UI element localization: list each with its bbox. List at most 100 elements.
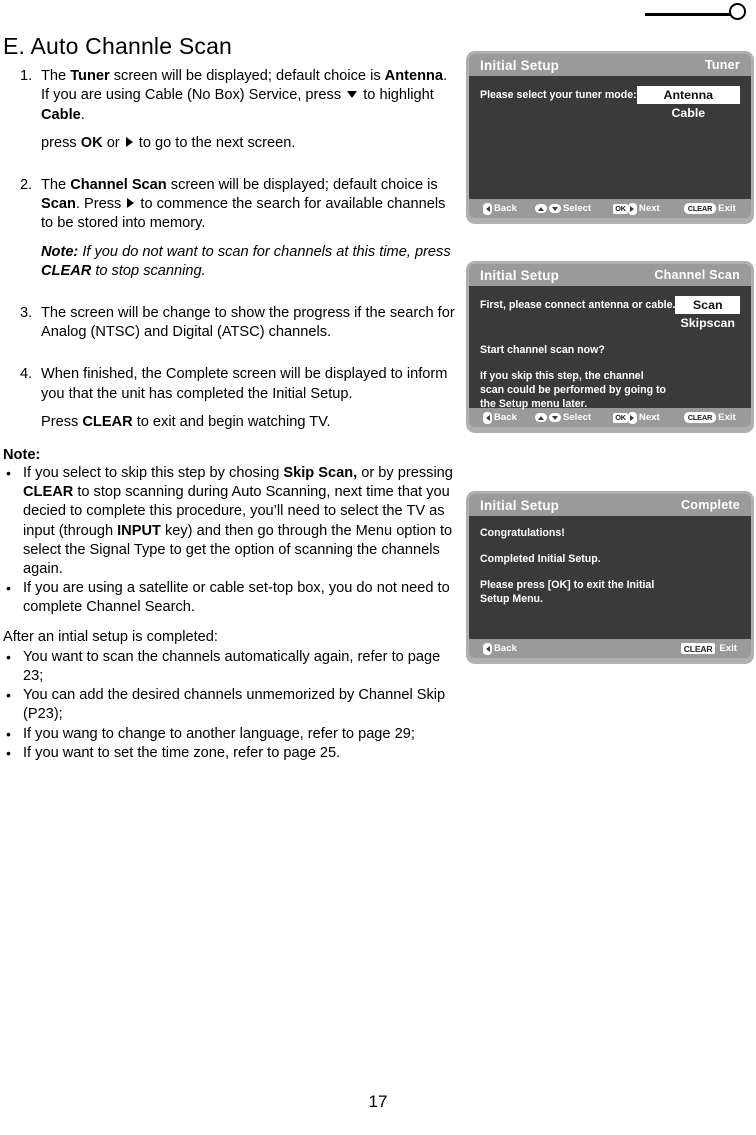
- down-arrow-key-icon: [548, 204, 561, 213]
- left-arrow-key-icon: [483, 642, 492, 655]
- tv3-screen-name: Complete: [681, 498, 740, 512]
- ok-key-icon: OK: [613, 412, 628, 423]
- tv-screen-complete: Initial Setup Complete Congratulations! …: [466, 491, 754, 664]
- step-bold-antenna: Antenna: [384, 68, 444, 85]
- tv2-prompt: First, please connect antenna or cable.: [480, 299, 676, 311]
- clear-key-icon: CLEAR: [680, 643, 716, 654]
- right-triangle-icon: [127, 198, 135, 209]
- note-inline: Note: If you do not want to scan for cha…: [41, 244, 451, 279]
- tv2-option-scan[interactable]: Scan: [675, 296, 740, 314]
- tv1-back-label: Back: [494, 203, 517, 214]
- right-arrow-key-icon: [627, 202, 637, 215]
- page-number: 17: [368, 1092, 388, 1111]
- step-text-2b: screen will be displayed; default choice…: [166, 176, 438, 193]
- tv2-foot-exit[interactable]: CLEAR Exit: [683, 412, 736, 423]
- tv1-option-antenna[interactable]: Antenna: [636, 86, 740, 104]
- step-number: 4.: [20, 366, 33, 383]
- tv3-title: Initial Setup: [480, 497, 560, 513]
- down-triangle-icon: [347, 90, 358, 98]
- after-bullet-2: You can add the desired channels unmemor…: [3, 686, 455, 724]
- nb1-b: or by pressing: [357, 464, 453, 481]
- instructions-column: E. Auto Channle Scan 1. The Tuner screen…: [3, 34, 455, 763]
- page-title: E. Auto Channle Scan: [3, 33, 233, 59]
- tv1-select-label: Select: [562, 203, 592, 214]
- tv2-option-skipscan[interactable]: Skipscan: [675, 314, 740, 331]
- step-text-1e: .: [80, 106, 85, 123]
- substep-text-a: press: [41, 134, 81, 151]
- tv1-option-row: Please select your tuner mode: Antenna C…: [480, 86, 740, 121]
- after-bullet-3: If you wang to change to another languag…: [3, 725, 455, 744]
- note-text-b: to stop scanning.: [91, 262, 206, 279]
- tv2-foot-next[interactable]: OK Next: [613, 411, 660, 424]
- note-text-a: If you do not want to scan for channels …: [78, 243, 451, 260]
- tv3-footer: Back CLEAR Exit: [469, 639, 751, 658]
- note-bold-clear: CLEAR: [41, 262, 92, 279]
- tv3-line2: Completed Initial Setup.: [480, 553, 601, 565]
- step-bold-channel-scan: Channel Scan: [70, 176, 167, 193]
- substep-bold-ok: OK: [80, 134, 103, 151]
- tv1-option-stack: Antenna Cable: [636, 86, 740, 121]
- tv2-screen-name: Channel Scan: [654, 268, 740, 282]
- tv2-next-label: Next: [638, 412, 660, 423]
- substep4-text-b: to exit and begin watching TV.: [132, 413, 331, 430]
- substep-text-b: or: [102, 134, 124, 151]
- tv1-foot-select[interactable]: Select: [534, 203, 592, 214]
- tv1-foot-exit[interactable]: CLEAR Exit: [683, 203, 736, 214]
- step-number: 3.: [20, 304, 33, 321]
- tv1-foot-back[interactable]: Back: [483, 202, 517, 215]
- tv3-exit-label: Exit: [719, 643, 737, 654]
- step-bold-tuner: Tuner: [70, 68, 110, 85]
- step-text-2c: . Press: [75, 196, 126, 213]
- note-section-heading: Note:: [3, 446, 41, 463]
- tv2-foot-select[interactable]: Select: [534, 412, 592, 423]
- right-arrow-key-icon: [627, 411, 637, 424]
- step-text-1b: screen will be displayed; default choice…: [109, 68, 385, 85]
- header-circle-marker: [729, 3, 746, 20]
- step-text-1a: The: [41, 68, 71, 85]
- tv3-back-label: Back: [494, 643, 517, 654]
- tv2-back-label: Back: [494, 412, 517, 423]
- step-text-4: When finished, the Complete screen will …: [41, 366, 448, 402]
- note-bullet-list: If you select to skip this step by chosi…: [3, 464, 455, 618]
- tv-screen-tuner: Initial Setup Tuner Please select your t…: [466, 51, 754, 224]
- step-4-substep: Press CLEAR to exit and begin watching T…: [41, 413, 455, 432]
- after-setup-bullet-list: You want to scan the channels automatica…: [3, 648, 455, 763]
- tv3-header: Initial Setup Complete: [469, 494, 751, 516]
- step-number: 2.: [20, 176, 33, 193]
- tv1-next-label: Next: [638, 203, 660, 214]
- steps-list: 1. The Tuner screen will be displayed; d…: [3, 67, 455, 432]
- tv2-body: First, please connect antenna or cable. …: [469, 286, 751, 410]
- tv1-foot-next[interactable]: OK Next: [613, 202, 660, 215]
- tv2-foot-back[interactable]: Back: [483, 411, 517, 424]
- tv1-header: Initial Setup Tuner: [469, 54, 751, 76]
- step-item-4: 4. When finished, the Complete screen wi…: [3, 365, 455, 432]
- tv1-screen-name: Tuner: [704, 58, 740, 72]
- tv1-option-cable[interactable]: Cable: [637, 104, 740, 121]
- tv3-foot-exit[interactable]: CLEAR Exit: [680, 643, 737, 654]
- up-arrow-key-icon: [534, 204, 547, 213]
- tv3-line4: Setup Menu.: [480, 593, 543, 605]
- step-item-2: 2. The Channel Scan screen will be displ…: [3, 176, 455, 281]
- step-bold-scan: Scan: [41, 196, 76, 213]
- step-text-1d: to highlight: [359, 87, 434, 104]
- after-setup-intro: After an intial setup is completed:: [3, 628, 218, 645]
- left-arrow-key-icon: [483, 202, 492, 215]
- tv2-line2: If you skip this step, the channel: [480, 370, 644, 382]
- tv3-line1: Congratulations!: [480, 527, 565, 539]
- nb1-bold-clear: CLEAR: [23, 484, 74, 501]
- step-text-3: The screen will be change to show the pr…: [41, 304, 455, 341]
- tv2-select-label: Select: [562, 412, 592, 423]
- tv2-exit-label: Exit: [718, 412, 736, 423]
- tv3-foot-back[interactable]: Back: [483, 642, 517, 655]
- tv1-body: Please select your tuner mode: Antenna C…: [469, 76, 751, 199]
- tv2-header: Initial Setup Channel Scan: [469, 264, 751, 286]
- right-triangle-icon: [125, 136, 133, 147]
- after-bullet-4: If you want to set the time zone, refer …: [3, 744, 455, 763]
- tv2-line3: scan could be performed by going to: [480, 384, 666, 396]
- clear-key-icon: CLEAR: [683, 203, 717, 214]
- tv1-prompt: Please select your tuner mode:: [480, 89, 637, 101]
- substep4-text-a: Press: [41, 413, 83, 430]
- nb1-a: If you select to skip this step by chosi…: [23, 464, 284, 481]
- step-bold-cable: Cable: [41, 106, 81, 123]
- clear-key-icon: CLEAR: [683, 412, 717, 423]
